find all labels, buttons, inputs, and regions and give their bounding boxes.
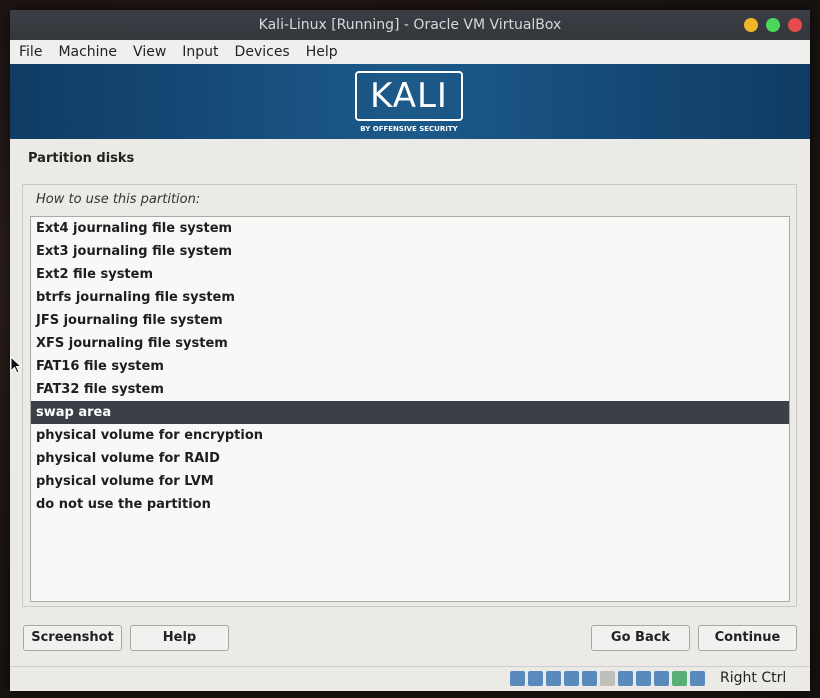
list-item-ext2[interactable]: Ext2 file system: [31, 263, 789, 286]
window-titlebar[interactable]: Kali-Linux [Running] - Oracle VM Virtual…: [10, 10, 810, 40]
list-item-fat16[interactable]: FAT16 file system: [31, 355, 789, 378]
page-title: Partition disks: [28, 151, 135, 166]
menu-view[interactable]: View: [124, 40, 173, 64]
list-item-btrfs[interactable]: btrfs journaling file system: [31, 286, 789, 309]
minimize-button[interactable]: [744, 18, 758, 32]
close-button[interactable]: [788, 18, 802, 32]
optical-drive-icon[interactable]: [528, 671, 543, 686]
kali-banner: KALI BY OFFENSIVE SECURITY: [10, 64, 810, 139]
host-key-label: Right Ctrl: [720, 670, 787, 686]
status-bar: Right Ctrl: [10, 666, 810, 691]
mouse-integration-icon[interactable]: [672, 671, 687, 686]
list-item-swap-selected[interactable]: swap area: [31, 401, 789, 424]
menu-file[interactable]: File: [10, 40, 49, 64]
screenshot-button[interactable]: Screenshot: [23, 625, 122, 651]
menu-bar: File Machine View Input Devices Help: [10, 40, 810, 65]
list-item-fat32[interactable]: FAT32 file system: [31, 378, 789, 401]
continue-button[interactable]: Continue: [698, 625, 797, 651]
mouse-pointer-icon: [10, 356, 22, 374]
recording-icon[interactable]: [636, 671, 651, 686]
menu-help[interactable]: Help: [297, 40, 345, 64]
maximize-button[interactable]: [766, 18, 780, 32]
menu-machine[interactable]: Machine: [49, 40, 124, 64]
go-back-button[interactable]: Go Back: [591, 625, 690, 651]
display-icon[interactable]: [618, 671, 633, 686]
list-item-do-not-use[interactable]: do not use the partition: [31, 493, 789, 516]
menu-input[interactable]: Input: [173, 40, 225, 64]
partition-usage-list[interactable]: Ext4 journaling file system Ext3 journal…: [30, 216, 790, 602]
keyboard-capture-icon[interactable]: [690, 671, 705, 686]
audio-icon[interactable]: [546, 671, 561, 686]
hard-disk-icon[interactable]: [510, 671, 525, 686]
network-icon[interactable]: [564, 671, 579, 686]
window-controls: [744, 18, 802, 32]
list-item-encryption[interactable]: physical volume for encryption: [31, 424, 789, 447]
virtualbox-window: Kali-Linux [Running] - Oracle VM Virtual…: [10, 10, 810, 691]
cpu-icon[interactable]: [654, 671, 669, 686]
list-item-raid[interactable]: physical volume for RAID: [31, 447, 789, 470]
help-button[interactable]: Help: [130, 625, 229, 651]
window-title: Kali-Linux [Running] - Oracle VM Virtual…: [258, 17, 562, 33]
list-item-xfs[interactable]: XFS journaling file system: [31, 332, 789, 355]
usb-icon[interactable]: [582, 671, 597, 686]
menu-devices[interactable]: Devices: [226, 40, 297, 64]
list-item-lvm[interactable]: physical volume for LVM: [31, 470, 789, 493]
list-item-ext4[interactable]: Ext4 journaling file system: [31, 217, 789, 240]
list-item-ext3[interactable]: Ext3 journaling file system: [31, 240, 789, 263]
kali-logo-subtitle: BY OFFENSIVE SECURITY: [360, 125, 458, 133]
kali-logo: KALI: [355, 71, 463, 121]
shared-folder-icon[interactable]: [600, 671, 615, 686]
status-icons: [510, 671, 705, 686]
partition-options-frame: How to use this partition: Ext4 journali…: [22, 184, 797, 607]
partition-question: How to use this partition:: [36, 192, 201, 207]
list-item-jfs[interactable]: JFS journaling file system: [31, 309, 789, 332]
